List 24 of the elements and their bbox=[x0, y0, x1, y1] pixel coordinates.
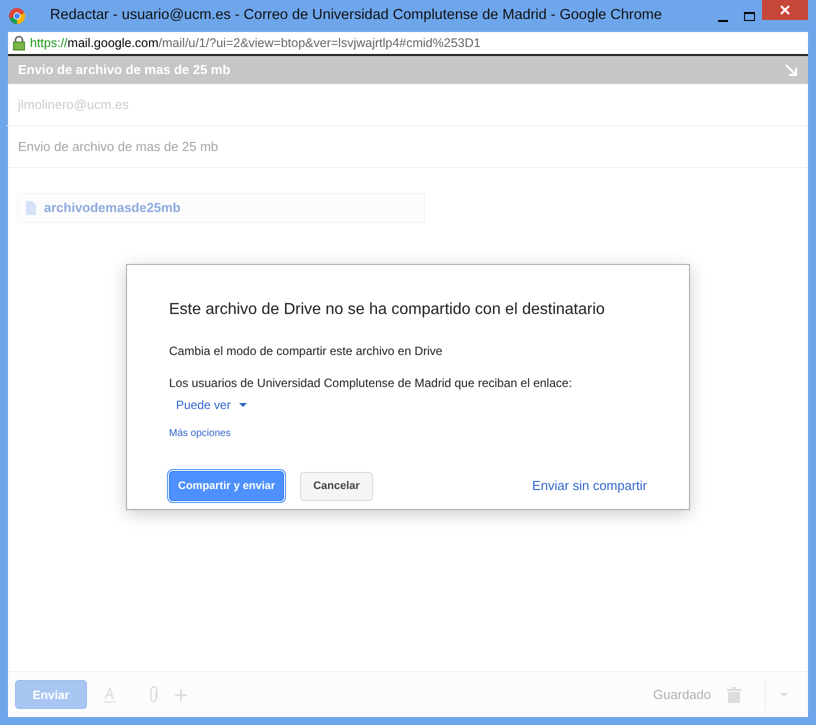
close-icon bbox=[780, 5, 790, 15]
plus-icon[interactable] bbox=[175, 688, 187, 700]
trash-icon[interactable] bbox=[727, 686, 741, 702]
dialog-title: Este archivo de Drive no se ha compartido con el destinatario bbox=[169, 300, 606, 320]
compose-title: Envio de archivo de mas de 25 mb bbox=[18, 61, 230, 80]
window-title: Redactar - usuario@ucm.es - Correo de Universidad Complutense de Madrid - Google Chrome bbox=[49, 6, 663, 26]
cancel-button[interactable]: Cancelar bbox=[300, 472, 373, 500]
browser-logo-icon bbox=[8, 7, 26, 25]
paperclip-icon[interactable] bbox=[149, 686, 159, 704]
send-without-sharing-link[interactable]: Enviar sin compartir bbox=[532, 476, 647, 496]
url-text: https://mail.google.com/mail/u/1/?ui=2&view=btop&ver=lsvjwajrtlp4#cmid%253D1 bbox=[30, 34, 481, 52]
more-options-link[interactable]: Más opciones bbox=[169, 428, 231, 439]
text-format-icon[interactable] bbox=[103, 686, 117, 702]
saved-status: Guardado bbox=[653, 686, 711, 704]
permission-dropdown[interactable]: Puede ver bbox=[176, 396, 247, 414]
caret-icon bbox=[238, 403, 247, 407]
audience-text: Los usuarios de Universidad Complutense de Madrid que reciban el enlace: bbox=[169, 375, 573, 392]
expand-icon[interactable] bbox=[784, 63, 798, 77]
lock-icon bbox=[12, 35, 26, 51]
close-button[interactable] bbox=[762, 0, 808, 20]
address-bar[interactable]: https://mail.google.com/mail/u/1/?ui=2&view=btop&ver=lsvjwajrtlp4#cmid%253D1 bbox=[8, 32, 808, 56]
share-and-send-button[interactable]: Compartir y enviar bbox=[169, 471, 284, 501]
file-icon bbox=[26, 201, 36, 215]
dialog-subtitle: Cambia el modo de compartir este archivo en Drive bbox=[169, 343, 444, 360]
